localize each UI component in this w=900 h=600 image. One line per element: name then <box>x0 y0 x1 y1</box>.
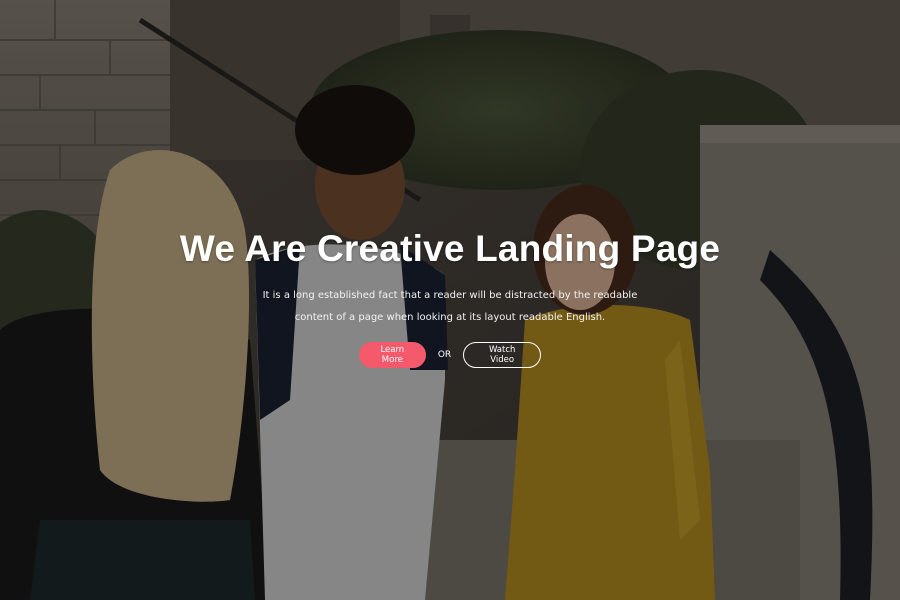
hero-title: We Are Creative Landing Page <box>179 228 721 269</box>
learn-more-button[interactable]: Learn More <box>358 342 426 368</box>
hero-section: We Are Creative Landing Page It is a lon… <box>0 0 900 600</box>
watch-video-button[interactable]: Watch Video <box>463 342 542 368</box>
cta-row: Learn More OR Watch Video <box>0 342 900 368</box>
hero-description-line-2: content of a page when looking at its la… <box>294 312 606 323</box>
or-separator: OR <box>437 350 452 360</box>
hero-description: It is a long established fact that a rea… <box>250 285 650 329</box>
hero-description-line-1: It is a long established fact that a rea… <box>262 290 638 301</box>
